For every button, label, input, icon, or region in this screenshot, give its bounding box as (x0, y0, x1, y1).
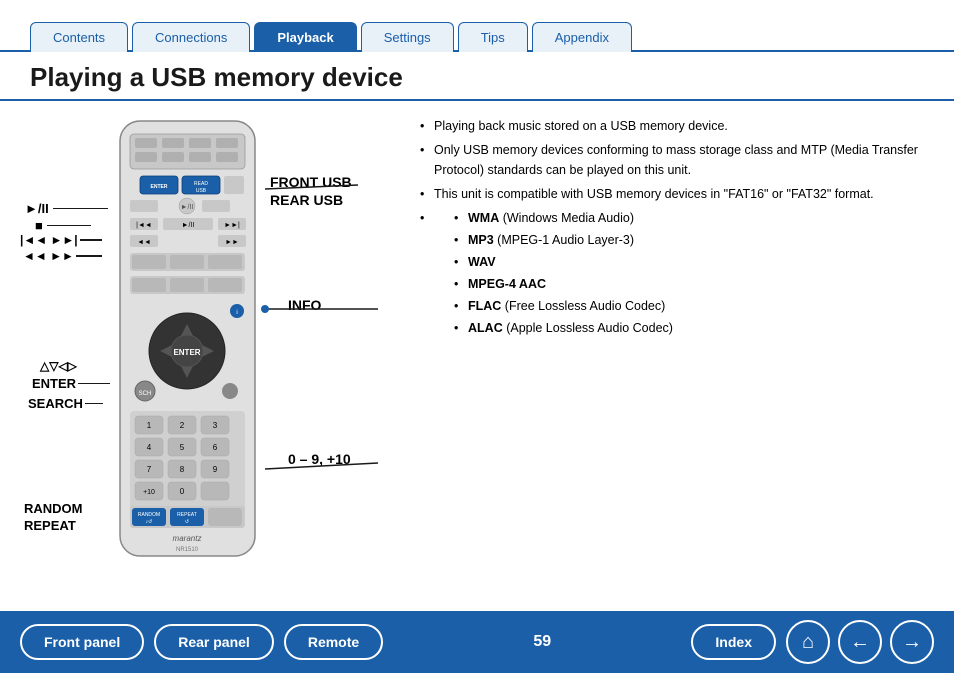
home-button[interactable]: ⌂ (786, 620, 830, 664)
svg-text:1: 1 (147, 421, 152, 430)
tab-playback[interactable]: Playback (254, 22, 356, 52)
file-type-mp3: MP3 (MPEG-1 Audio Layer-3) (454, 230, 934, 250)
tab-contents[interactable]: Contents (30, 22, 128, 52)
remote-illustration: ENTER READ USB ►/II |◄◄ ►/II ►►| (110, 116, 265, 566)
front-rear-usb-label: FRONT USB REAR USB (270, 173, 352, 209)
left-panel: ENTER READ USB ►/II |◄◄ ►/II ►►| (20, 111, 400, 601)
random-repeat-label: RANDOM REPEAT (24, 501, 83, 535)
svg-text:+10: +10 (143, 489, 155, 496)
svg-text:marantz: marantz (173, 534, 202, 543)
right-panel: Playing back music stored on a USB memor… (400, 111, 934, 601)
enter-label: ENTER (32, 376, 110, 391)
file-type-list: WMA (Windows Media Audio) MP3 (MPEG-1 Au… (434, 208, 934, 338)
nav-tabs: Contents Connections Playback Settings T… (0, 0, 954, 52)
svg-text:NR1510: NR1510 (176, 547, 199, 553)
remote-button[interactable]: Remote (284, 624, 383, 660)
svg-text:►►|: ►►| (224, 222, 240, 229)
tab-tips[interactable]: Tips (458, 22, 528, 52)
info-label: INFO (288, 297, 321, 313)
nav-arrows-label: △▽◁▷ (40, 359, 77, 373)
tab-connections[interactable]: Connections (132, 22, 250, 52)
main-content: ENTER READ USB ►/II |◄◄ ►/II ►►| (0, 101, 954, 611)
search-label: SEARCH (28, 396, 103, 411)
svg-text:5: 5 (180, 443, 185, 452)
file-type-flac: FLAC (Free Lossless Audio Codec) (454, 296, 934, 316)
svg-text:SCH: SCH (139, 391, 152, 397)
file-type-mpeg4aac: MPEG-4 AAC (454, 274, 934, 294)
svg-text:9: 9 (213, 465, 218, 474)
play-pause-label: ►/II (25, 201, 108, 216)
bullet-list: Playing back music stored on a USB memor… (420, 116, 934, 338)
svg-text:RANDOM: RANDOM (138, 512, 160, 518)
file-type-wma: WMA (Windows Media Audio) (454, 208, 934, 228)
stop-label: ■ (35, 218, 91, 233)
tab-settings[interactable]: Settings (361, 22, 454, 52)
svg-text:4: 4 (147, 443, 152, 452)
svg-text:REPEAT: REPEAT (177, 512, 197, 518)
forward-button[interactable]: → (890, 620, 934, 664)
svg-text:|◄◄: |◄◄ (136, 222, 152, 229)
svg-text:►►: ►► (225, 239, 239, 246)
svg-text:↺: ↺ (185, 519, 189, 525)
skip-label: |◄◄ ►►| (20, 233, 102, 247)
svg-text:2: 2 (180, 421, 185, 430)
svg-text:6: 6 (213, 443, 218, 452)
svg-text:READ: READ (194, 181, 208, 187)
num-keys-label: 0 – 9, +10 (288, 451, 351, 467)
svg-text:0: 0 (180, 487, 185, 496)
svg-text:USB: USB (196, 188, 207, 194)
svg-text:8: 8 (180, 465, 185, 474)
bullet-item: Only USB memory devices conforming to ma… (420, 140, 934, 180)
svg-text:7: 7 (147, 465, 152, 474)
file-type-wav: WAV (454, 252, 934, 272)
index-button[interactable]: Index (691, 624, 776, 660)
svg-text:►/II: ►/II (182, 222, 195, 229)
svg-text:i: i (236, 310, 237, 316)
front-panel-button[interactable]: Front panel (20, 624, 144, 660)
svg-text:ENTER: ENTER (173, 348, 200, 357)
svg-text:♪↺: ♪↺ (146, 519, 153, 525)
svg-text:◄◄: ◄◄ (137, 239, 151, 246)
back-button[interactable]: ← (838, 620, 882, 664)
page-number: 59 (403, 633, 681, 651)
bullet-item: WMA (Windows Media Audio) MP3 (MPEG-1 Au… (420, 208, 934, 338)
nav-icon-buttons: ⌂ ← → (786, 620, 934, 664)
bottom-bar: Front panel Rear panel Remote 59 Index ⌂… (0, 611, 954, 673)
bullet-item: Playing back music stored on a USB memor… (420, 116, 934, 136)
svg-text:►/II: ►/II (181, 204, 194, 211)
rear-panel-button[interactable]: Rear panel (154, 624, 274, 660)
rew-ff-label: ◄◄ ►► (23, 249, 102, 263)
file-type-alac: ALAC (Apple Lossless Audio Codec) (454, 318, 934, 338)
tab-appendix[interactable]: Appendix (532, 22, 632, 52)
page-title: Playing a USB memory device (0, 52, 954, 101)
svg-text:ENTER: ENTER (151, 184, 168, 190)
svg-text:3: 3 (213, 421, 218, 430)
bullet-item: This unit is compatible with USB memory … (420, 184, 934, 204)
